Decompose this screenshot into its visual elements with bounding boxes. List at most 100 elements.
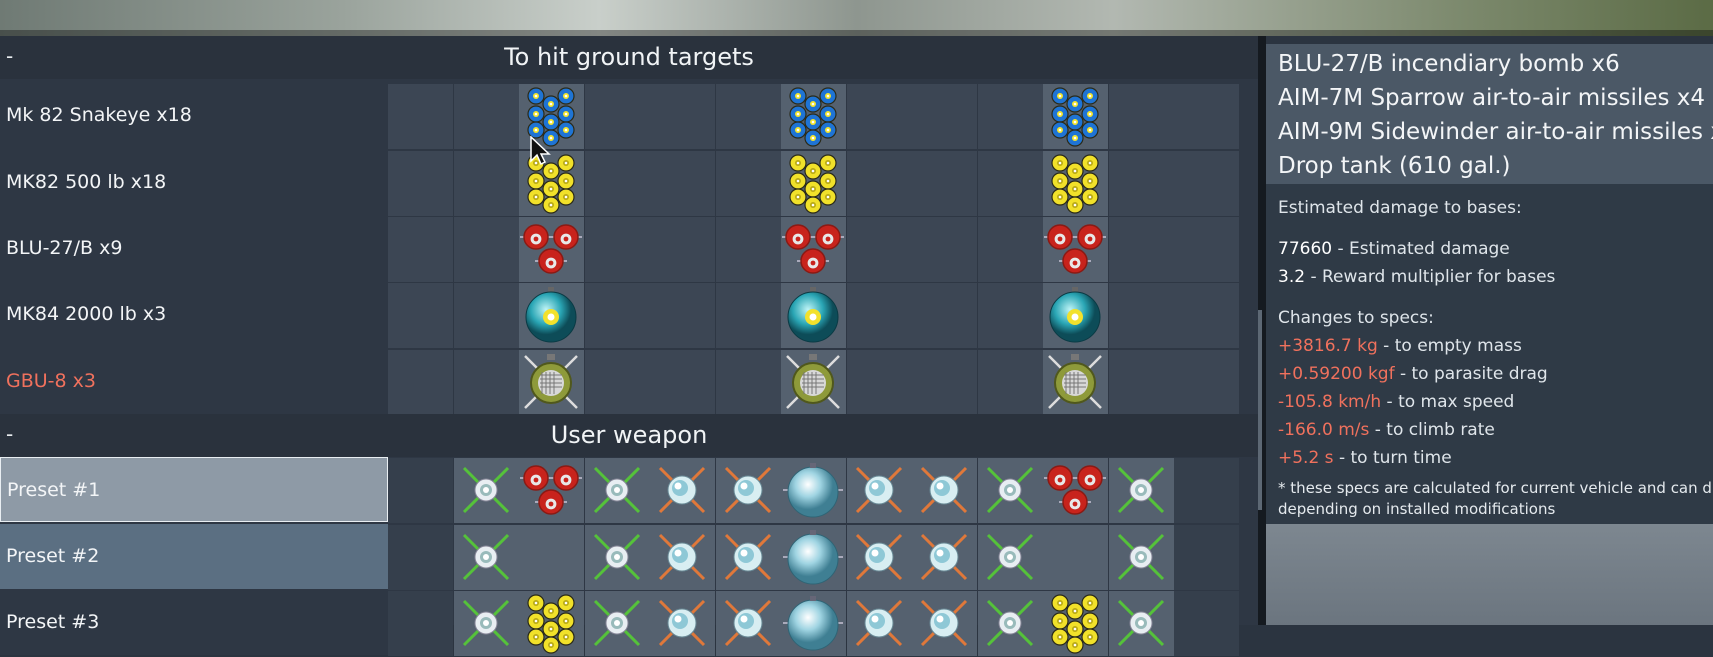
empty-slot[interactable]: [454, 283, 519, 348]
weapon-slot[interactable]: [585, 458, 650, 523]
empty-slot[interactable]: [847, 350, 912, 415]
empty-slot[interactable]: [912, 151, 977, 216]
empty-slot[interactable]: [388, 458, 453, 523]
weapon-slot[interactable]: [454, 525, 519, 590]
weapon-slot[interactable]: [978, 458, 1043, 523]
empty-slot[interactable]: [716, 283, 781, 348]
empty-slot[interactable]: [1174, 283, 1239, 348]
weapon-slot[interactable]: [781, 591, 846, 656]
empty-slot[interactable]: [978, 151, 1043, 216]
empty-slot[interactable]: [847, 283, 912, 348]
weapon-slot[interactable]: [519, 458, 584, 523]
weapon-slot[interactable]: [585, 591, 650, 656]
weapon-slot[interactable]: [1043, 151, 1108, 216]
scrollbar[interactable]: [1258, 310, 1262, 510]
section-header-user[interactable]: - User weapon: [0, 414, 1258, 457]
weapon-slot[interactable]: [847, 458, 912, 523]
weapon-slot[interactable]: [781, 458, 846, 523]
empty-slot[interactable]: [388, 525, 453, 590]
empty-slot[interactable]: [585, 84, 650, 149]
weapon-slot[interactable]: [650, 525, 715, 590]
weapon-slot[interactable]: [1043, 350, 1108, 415]
empty-slot[interactable]: [650, 84, 715, 149]
weapon-slot[interactable]: [1043, 217, 1108, 282]
weapon-slot[interactable]: [781, 350, 846, 415]
empty-slot[interactable]: [1174, 591, 1239, 656]
empty-slot[interactable]: [454, 217, 519, 282]
empty-slot[interactable]: [716, 350, 781, 415]
weapon-slot[interactable]: [781, 525, 846, 590]
weapon-slot[interactable]: [650, 458, 715, 523]
weapon-slot[interactable]: [519, 350, 584, 415]
empty-slot[interactable]: [847, 217, 912, 282]
weapon-slot[interactable]: [1043, 591, 1108, 656]
empty-slot[interactable]: [388, 151, 453, 216]
weapon-slot[interactable]: [519, 591, 584, 656]
preset-row[interactable]: Preset #1: [0, 457, 1258, 524]
weapon-row[interactable]: GBU-8 x3: [0, 349, 1258, 416]
empty-slot[interactable]: [912, 217, 977, 282]
weapon-row[interactable]: MK84 2000 lb x3: [0, 282, 1258, 349]
weapon-slot[interactable]: [912, 525, 977, 590]
weapon-slot[interactable]: [781, 84, 846, 149]
weapon-row[interactable]: Mk 82 Snakeye x18: [0, 83, 1258, 150]
section-header-ground[interactable]: - To hit ground targets: [0, 36, 1258, 79]
empty-slot[interactable]: [650, 151, 715, 216]
weapon-slot[interactable]: [781, 283, 846, 348]
empty-slot[interactable]: [519, 525, 584, 590]
empty-slot[interactable]: [388, 283, 453, 348]
weapon-slot[interactable]: [716, 591, 781, 656]
empty-slot[interactable]: [650, 283, 715, 348]
empty-slot[interactable]: [1174, 525, 1239, 590]
weapon-slot[interactable]: [978, 525, 1043, 590]
weapon-slot[interactable]: [912, 458, 977, 523]
empty-slot[interactable]: [847, 84, 912, 149]
weapon-slot[interactable]: [716, 525, 781, 590]
empty-slot[interactable]: [1109, 283, 1174, 348]
weapon-slot[interactable]: [1043, 283, 1108, 348]
weapon-slot[interactable]: [519, 217, 584, 282]
weapon-slot[interactable]: [1109, 591, 1174, 656]
empty-slot[interactable]: [1174, 350, 1239, 415]
weapon-row[interactable]: BLU-27/B x9: [0, 216, 1258, 283]
empty-slot[interactable]: [912, 350, 977, 415]
empty-slot[interactable]: [585, 283, 650, 348]
preset-label[interactable]: Preset #3: [0, 590, 388, 655]
weapon-slot[interactable]: [454, 591, 519, 656]
weapon-slot[interactable]: [1109, 458, 1174, 523]
empty-slot[interactable]: [1043, 525, 1108, 590]
empty-slot[interactable]: [1174, 458, 1239, 523]
empty-slot[interactable]: [585, 350, 650, 415]
weapon-slot[interactable]: [1043, 458, 1108, 523]
empty-slot[interactable]: [454, 84, 519, 149]
empty-slot[interactable]: [912, 283, 977, 348]
empty-slot[interactable]: [1109, 84, 1174, 149]
empty-slot[interactable]: [716, 217, 781, 282]
empty-slot[interactable]: [585, 217, 650, 282]
weapon-slot[interactable]: [716, 458, 781, 523]
weapon-slot[interactable]: [912, 591, 977, 656]
weapon-slot[interactable]: [847, 525, 912, 590]
empty-slot[interactable]: [388, 84, 453, 149]
empty-slot[interactable]: [650, 217, 715, 282]
weapon-slot[interactable]: [454, 458, 519, 523]
empty-slot[interactable]: [847, 151, 912, 216]
weapon-slot[interactable]: [847, 591, 912, 656]
empty-slot[interactable]: [978, 350, 1043, 415]
empty-slot[interactable]: [1174, 84, 1239, 149]
empty-slot[interactable]: [1174, 151, 1239, 216]
empty-slot[interactable]: [978, 217, 1043, 282]
empty-slot[interactable]: [1109, 217, 1174, 282]
preset-label[interactable]: Preset #2: [0, 524, 388, 589]
weapon-slot[interactable]: [650, 591, 715, 656]
empty-slot[interactable]: [388, 350, 453, 415]
empty-slot[interactable]: [978, 283, 1043, 348]
preset-label[interactable]: Preset #1: [0, 457, 388, 522]
weapon-slot[interactable]: [585, 525, 650, 590]
empty-slot[interactable]: [1109, 350, 1174, 415]
weapon-slot[interactable]: [1043, 84, 1108, 149]
preset-row[interactable]: Preset #3: [0, 590, 1258, 657]
empty-slot[interactable]: [716, 84, 781, 149]
empty-slot[interactable]: [1109, 151, 1174, 216]
empty-slot[interactable]: [1174, 217, 1239, 282]
